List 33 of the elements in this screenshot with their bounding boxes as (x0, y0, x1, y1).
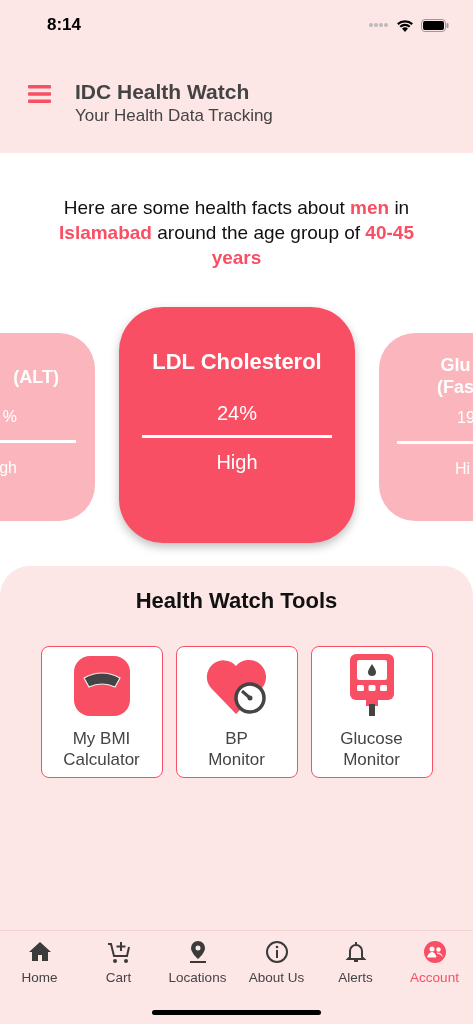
intro-paragraph: Here are some health facts about men in Islamabad around the age group of 40-45 years (58, 196, 415, 270)
wifi-icon (396, 18, 414, 32)
app-subtitle: Your Health Data Tracking (75, 106, 273, 126)
cart-icon (106, 940, 131, 964)
scale-icon (73, 656, 130, 716)
nav-tab[interactable]: Home (0, 940, 79, 985)
fact-status: Hi (455, 460, 471, 478)
fact-status: gh (0, 459, 17, 477)
tool-button[interactable]: BP Monitor (175, 646, 298, 778)
home-icon (27, 940, 52, 964)
app-title: IDC Health Watch (75, 80, 251, 104)
nav-tab[interactable]: About Us (237, 940, 316, 985)
fact-status: High (216, 451, 258, 474)
account-icon (422, 940, 447, 964)
nav-tab[interactable]: Locations (158, 940, 237, 985)
menu-icon[interactable] (28, 85, 51, 103)
fact-title: LDL Cholesterol (152, 349, 322, 376)
fact-value: % (2, 408, 17, 426)
section-title: Health Watch Tools (135, 588, 338, 614)
fact-value: 24% (217, 402, 257, 425)
fact-title: Glu (Fas (437, 354, 473, 398)
heart-gauge-icon (204, 658, 269, 716)
status-time: 8:14 (47, 15, 82, 35)
nav-tab[interactable]: Cart (79, 940, 158, 985)
nav-tab[interactable]: Alerts (316, 940, 395, 985)
info-icon (264, 940, 289, 964)
tool-button[interactable]: Glucose Monitor (310, 646, 433, 778)
bell-icon (343, 940, 368, 964)
battery-icon (421, 18, 449, 32)
fact-title: (ALT) (13, 366, 59, 388)
glucose-meter-icon (349, 654, 394, 716)
tool-button[interactable]: My BMI Calculator (40, 646, 163, 778)
signal-icon (369, 22, 389, 28)
